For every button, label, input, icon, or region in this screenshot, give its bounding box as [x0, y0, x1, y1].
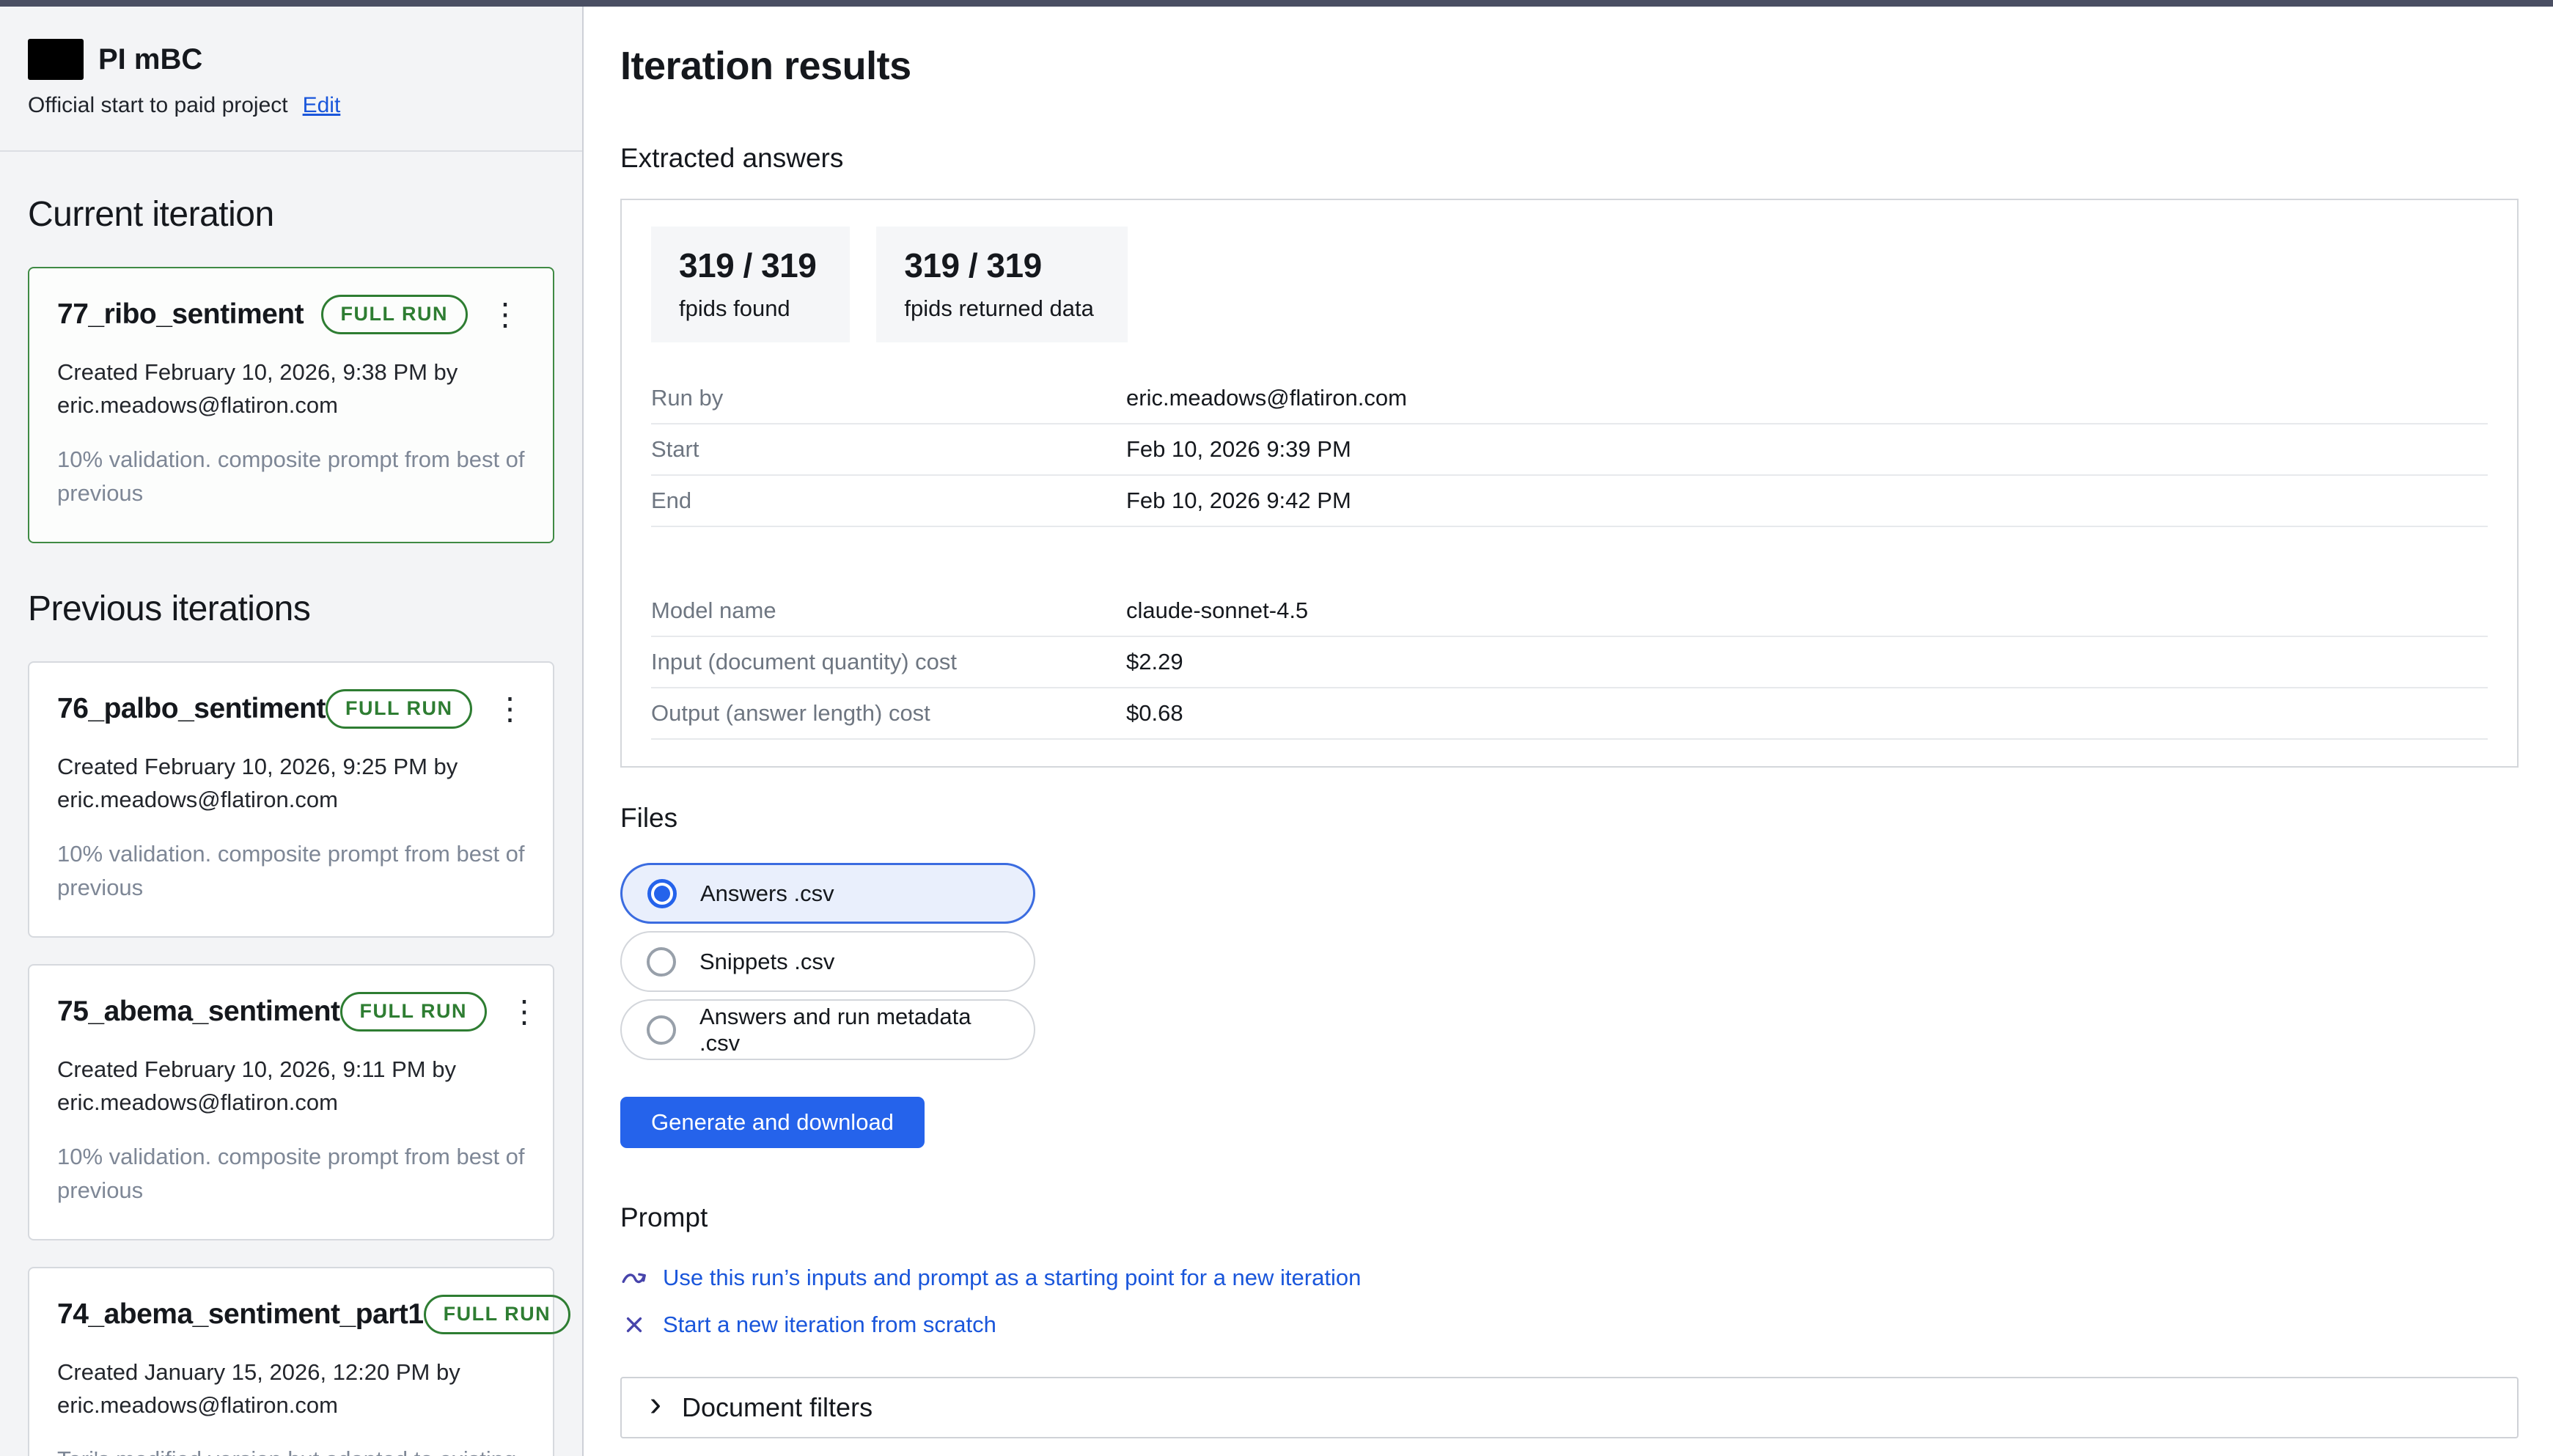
link-label: Use this run’s inputs and prompt as a st…	[663, 1265, 1361, 1291]
iterations-sidebar: PI mBC Official start to paid project Ed…	[0, 7, 584, 1456]
full-run-badge: FULL RUN	[321, 295, 469, 334]
iteration-name: 74_abema_sentiment_part1	[57, 1298, 424, 1331]
iteration-card[interactable]: 75_abema_sentiment FULL RUN ⋮ Created Fe…	[28, 964, 554, 1240]
radio-option-answers-csv[interactable]: Answers .csv	[620, 863, 1035, 924]
stat-value: 319 / 319	[679, 246, 816, 285]
iteration-description: 10% validation. composite prompt from be…	[57, 443, 525, 511]
full-run-badge: FULL RUN	[326, 689, 473, 729]
kv-label: Input (document quantity) cost	[651, 649, 1126, 675]
kv-label: Run by	[651, 385, 1126, 411]
files-heading: Files	[620, 803, 2553, 834]
previous-iterations-heading: Previous iterations	[28, 589, 554, 629]
iteration-created-text: Created February 10, 2026, 9:25 PM by er…	[57, 751, 525, 817]
kv-row-output-cost: Output (answer length) cost $0.68	[651, 688, 2488, 740]
stat-label: fpids found	[679, 295, 816, 322]
kebab-menu-icon[interactable]: ⋮	[504, 996, 544, 1027]
generate-and-download-button[interactable]: Generate and download	[620, 1097, 925, 1148]
kv-value: claude-sonnet-4.5	[1126, 598, 1308, 624]
redo-arrow-icon	[620, 1264, 648, 1292]
stat-fpids-returned: 319 / 319 fpids returned data	[876, 227, 1128, 342]
kv-row-run-by: Run by eric.meadows@flatiron.com	[651, 373, 2488, 424]
kv-spacer	[651, 527, 2488, 586]
accordion-label: Document filters	[682, 1392, 873, 1423]
top-accent-bar	[0, 0, 2553, 7]
iteration-description: 10% validation. composite prompt from be…	[57, 837, 525, 905]
prompt-heading: Prompt	[620, 1202, 2553, 1233]
kv-value: eric.meadows@flatiron.com	[1126, 385, 1407, 411]
run-summary-panel: 319 / 319 fpids found 319 / 319 fpids re…	[620, 199, 2519, 768]
radio-option-answers-metadata-csv[interactable]: Answers and run metadata .csv	[620, 999, 1035, 1060]
kebab-menu-icon[interactable]: ⋮	[490, 694, 529, 724]
document-filters-accordion[interactable]: › Document filters	[620, 1377, 2519, 1438]
app-layout: PI mBC Official start to paid project Ed…	[0, 7, 2553, 1456]
kv-row-start: Start Feb 10, 2026 9:39 PM	[651, 424, 2488, 476]
kv-label: Model name	[651, 598, 1126, 624]
page-title: Iteration results	[620, 43, 2553, 89]
kv-row-end: End Feb 10, 2026 9:42 PM	[651, 476, 2488, 527]
extracted-answers-heading: Extracted answers	[620, 143, 2553, 174]
iteration-created-text: Created February 10, 2026, 9:38 PM by er…	[57, 356, 525, 422]
radio-selected-icon	[647, 879, 677, 908]
iteration-list: Current iteration 77_ribo_sentiment FULL…	[0, 152, 582, 1456]
iteration-name: 76_palbo_sentiment	[57, 693, 326, 725]
x-mark-icon	[620, 1311, 648, 1339]
iteration-card[interactable]: 74_abema_sentiment_part1 FULL RUN ⋮ Crea…	[28, 1267, 554, 1456]
radio-unselected-icon	[647, 947, 676, 977]
project-subtitle: Official start to paid project	[28, 93, 288, 118]
use-run-inputs-link[interactable]: Use this run’s inputs and prompt as a st…	[620, 1264, 1361, 1292]
iteration-created-text: Created February 10, 2026, 9:11 PM by er…	[57, 1054, 525, 1119]
iteration-card-current[interactable]: 77_ribo_sentiment FULL RUN ⋮ Created Feb…	[28, 267, 554, 543]
kv-label: Start	[651, 436, 1126, 463]
current-iteration-heading: Current iteration	[28, 194, 554, 235]
link-label: Start a new iteration from scratch	[663, 1312, 996, 1338]
radio-unselected-icon	[647, 1015, 676, 1045]
kv-label: Output (answer length) cost	[651, 700, 1126, 727]
edit-project-link[interactable]: Edit	[303, 93, 341, 118]
full-run-badge: FULL RUN	[424, 1295, 571, 1334]
radio-option-snippets-csv[interactable]: Snippets .csv	[620, 931, 1035, 992]
iteration-created-text: Created January 15, 2026, 12:20 PM by er…	[57, 1356, 525, 1422]
kv-value: Feb 10, 2026 9:39 PM	[1126, 436, 1351, 463]
project-logo-redacted	[28, 39, 84, 80]
iteration-name: 77_ribo_sentiment	[57, 298, 321, 331]
chevron-right-icon: ›	[650, 1387, 661, 1422]
iteration-results-main: Iteration results Extracted answers 319 …	[584, 7, 2553, 1456]
kv-value: $2.29	[1126, 649, 1183, 675]
stat-value: 319 / 319	[904, 246, 1094, 285]
radio-option-label: Answers .csv	[700, 880, 834, 907]
kv-row-model-name: Model name claude-sonnet-4.5	[651, 586, 2488, 637]
iteration-name: 75_abema_sentiment	[57, 996, 340, 1028]
iteration-card[interactable]: 76_palbo_sentiment FULL RUN ⋮ Created Fe…	[28, 661, 554, 938]
iteration-description: Tori's modified version but adapted to e…	[57, 1443, 525, 1456]
project-header: PI mBC Official start to paid project Ed…	[0, 7, 582, 152]
stat-label: fpids returned data	[904, 295, 1094, 322]
full-run-badge: FULL RUN	[340, 992, 488, 1032]
kv-label: End	[651, 488, 1126, 514]
kv-value: $0.68	[1126, 700, 1183, 727]
kebab-menu-icon[interactable]: ⋮	[485, 299, 525, 330]
start-new-iteration-link[interactable]: Start a new iteration from scratch	[620, 1311, 996, 1339]
radio-option-label: Answers and run metadata .csv	[699, 1004, 1009, 1056]
kv-row-input-cost: Input (document quantity) cost $2.29	[651, 637, 2488, 688]
project-title: PI mBC	[98, 43, 202, 76]
kv-value: Feb 10, 2026 9:42 PM	[1126, 488, 1351, 514]
stat-fpids-found: 319 / 319 fpids found	[651, 227, 850, 342]
iteration-description: 10% validation. composite prompt from be…	[57, 1140, 525, 1208]
radio-option-label: Snippets .csv	[699, 949, 834, 975]
file-type-radio-group: Answers .csv Snippets .csv Answers and r…	[620, 863, 2553, 1060]
